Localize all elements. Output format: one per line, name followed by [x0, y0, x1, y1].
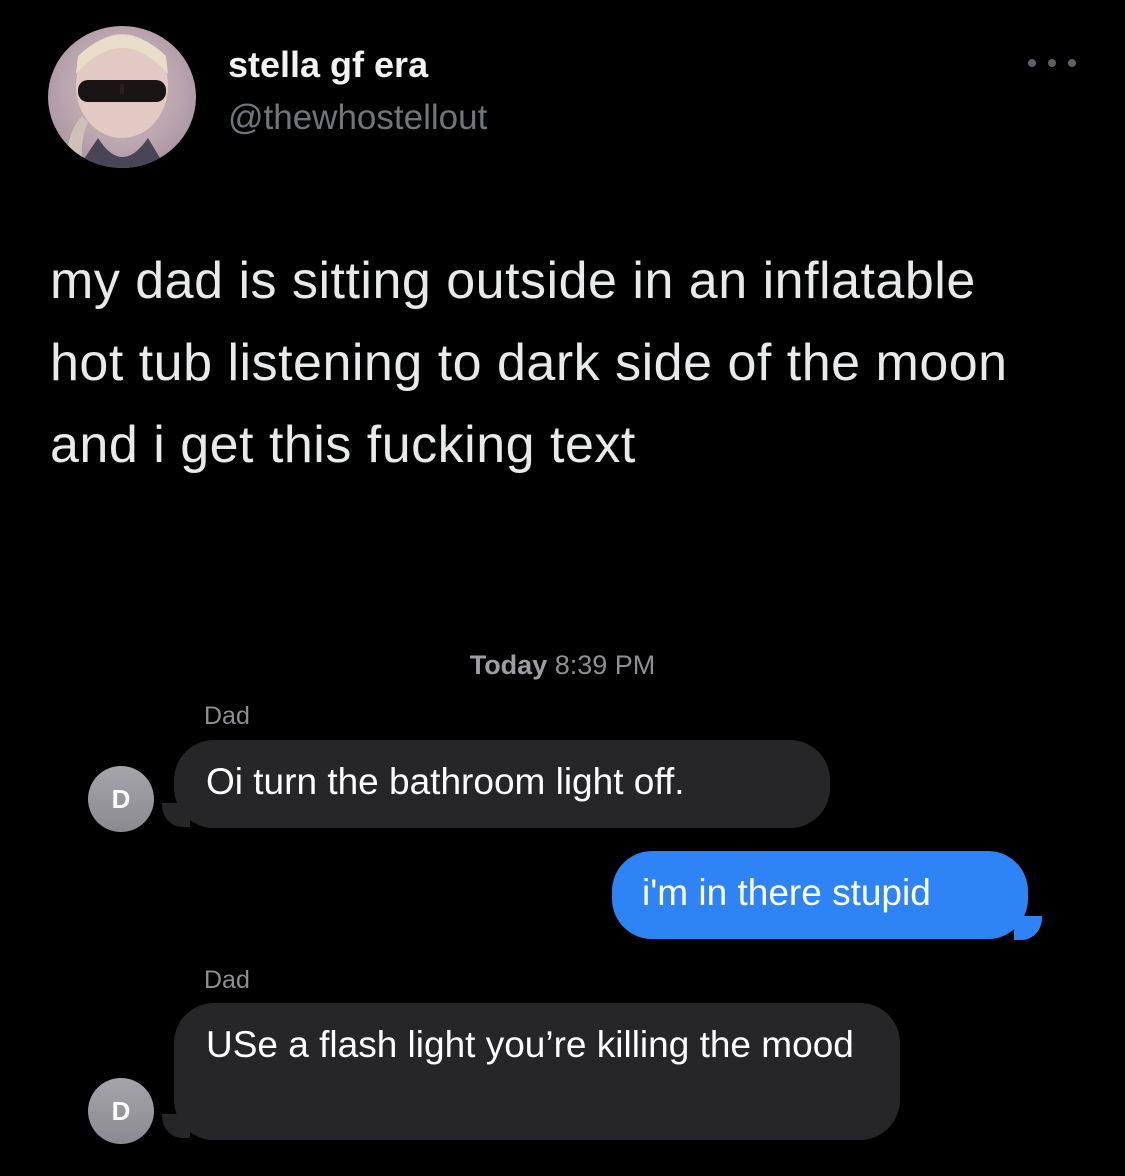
dot	[1028, 59, 1036, 67]
message-timestamp: Today 8:39 PM	[0, 650, 1125, 681]
user-handle[interactable]: @thewhostellout	[228, 98, 487, 138]
message-text: Oi turn the bathroom light off.	[206, 761, 685, 802]
display-name[interactable]: stella gf era	[228, 44, 428, 86]
message-bubble-incoming: USe a flash light you’re killing the moo…	[174, 1003, 900, 1140]
dot	[1048, 59, 1056, 67]
sender-name: Dad	[204, 966, 250, 994]
contact-avatar: D	[88, 766, 154, 832]
contact-avatar: D	[88, 1078, 154, 1144]
sender-name: Dad	[204, 702, 250, 730]
message-text: i'm in there stupid	[642, 872, 931, 913]
message-bubble-incoming: Oi turn the bathroom light off.	[174, 740, 830, 828]
dot	[1068, 59, 1076, 67]
profile-photo-icon	[67, 34, 168, 168]
timestamp-time: 8:39 PM	[554, 650, 656, 680]
more-options-icon[interactable]	[1028, 48, 1076, 78]
timestamp-day: Today	[469, 650, 548, 680]
message-text: USe a flash light you’re killing the moo…	[206, 1024, 854, 1065]
message-bubble-outgoing: i'm in there stupid	[612, 851, 1028, 939]
tweet-text: my dad is sitting outside in an inflatab…	[50, 252, 1008, 474]
message-screenshot[interactable]: Today 8:39 PM Dad D Oi turn the bathroom…	[0, 630, 1125, 1176]
profile-avatar[interactable]	[48, 26, 196, 168]
